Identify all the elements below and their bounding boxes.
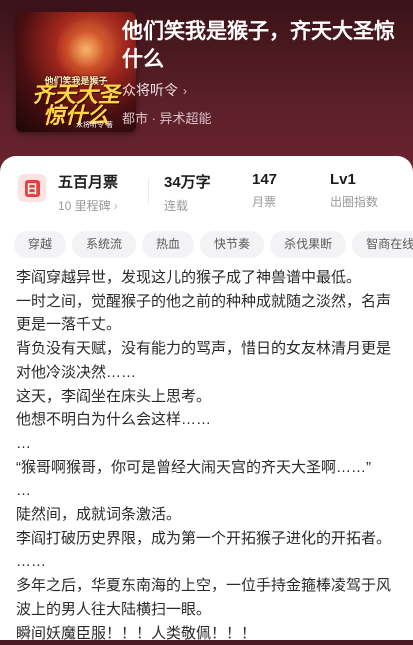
description-paragraph: “猴哥啊猴哥，你可是曾经大闹天宫的齐天大圣啊……” <box>16 458 371 476</box>
stat-word-count: 34万字 连载 <box>164 171 211 214</box>
book-cover[interactable]: 他们笑我是猴子 齐天大圣惊什么 众将听令 著 <box>16 12 136 132</box>
ticket-glyph: 日 <box>24 179 40 197</box>
stat-tickets-label: 月票 <box>252 195 277 209</box>
monthly-ticket-icon: 日 <box>18 174 46 202</box>
tag-chip[interactable]: 杀伐果断 <box>270 231 347 258</box>
description-paragraph: 多年之后，华夏东南海的上空，一位手持金箍棒凌驾于风波上的男人往大陆横扫一眼。 <box>16 577 392 618</box>
stat-level-label: 出圈指数 <box>330 195 379 209</box>
description-paragraph: … <box>16 482 31 500</box>
tag-chip[interactable]: 穿越 <box>14 231 67 258</box>
description-paragraph: 陡然间，成就词条激活。 <box>16 506 182 524</box>
description-paragraph: 一时之间，觉醒猴子的他之前的种种成就随之淡然，名声更是一落千丈。 <box>16 292 392 334</box>
description-paragraph: 这天，李阎坐在床头上思考。 <box>16 387 212 405</box>
book-description: 李阎穿越异世，发现这儿的猴子成了神兽谱中最低。 一时之间，觉醒猴子的他之前的种种… <box>16 266 402 645</box>
description-paragraph: …… <box>16 553 46 571</box>
author-name: 众将听令 <box>122 82 178 98</box>
description-paragraph: 李阎穿越异世，发现这儿的猴子成了神兽谱中最低。 <box>16 269 362 286</box>
tag-chip[interactable]: 智商在线 <box>352 231 413 258</box>
stat-level[interactable]: Lv1 出圈指数 <box>330 171 378 210</box>
stat-word-count-value: 34万字 <box>164 174 211 191</box>
stat-level-value: Lv1 <box>330 171 356 188</box>
book-category: 都市 · 异术超能 <box>122 111 212 126</box>
tag-chip[interactable]: 热血 <box>142 231 195 258</box>
chevron-right-icon: › <box>113 199 118 213</box>
description-paragraph: … <box>16 434 31 452</box>
description-paragraph: 他想不明白为什么会这样…… <box>16 411 212 429</box>
stat-monthly-ticket-value: 五百月票 <box>58 174 119 191</box>
chevron-right-icon: › <box>183 84 187 98</box>
description-paragraph: 李阎打破历史界限，成为第一个开拓猴子进化的开拓者。 <box>16 529 392 547</box>
stat-tickets[interactable]: 147 月票 <box>252 171 277 210</box>
cover-art-glow <box>56 20 116 80</box>
description-paragraph: 瞬间妖魔臣服！！！人类敬佩！！！ <box>16 624 257 642</box>
tag-chip[interactable]: 系统流 <box>72 231 137 258</box>
book-title: 他们笑我是猴子，齐天大圣惊什么 <box>122 20 395 71</box>
tag-chip[interactable]: 快节奏 <box>200 231 265 258</box>
tag-list: 穿越 系统流 热血 快节奏 杀伐果断 智商在线 <box>14 231 413 259</box>
stat-divider <box>148 178 149 204</box>
stat-monthly-ticket[interactable]: 五百月票 10 里程碑 › <box>58 171 118 214</box>
cover-author-text: 众将听令 著 <box>76 122 113 129</box>
stat-tickets-value: 147 <box>252 171 278 188</box>
description-paragraph: 背负没有天赋，没有能力的骂声，惜日的女友林清月更是对他冷淡决然…… <box>16 340 392 381</box>
author-link[interactable]: 众将听令 › <box>122 80 187 100</box>
stat-word-count-label: 连载 <box>164 199 189 213</box>
stat-monthly-ticket-label: 10 里程碑 <box>58 199 111 213</box>
